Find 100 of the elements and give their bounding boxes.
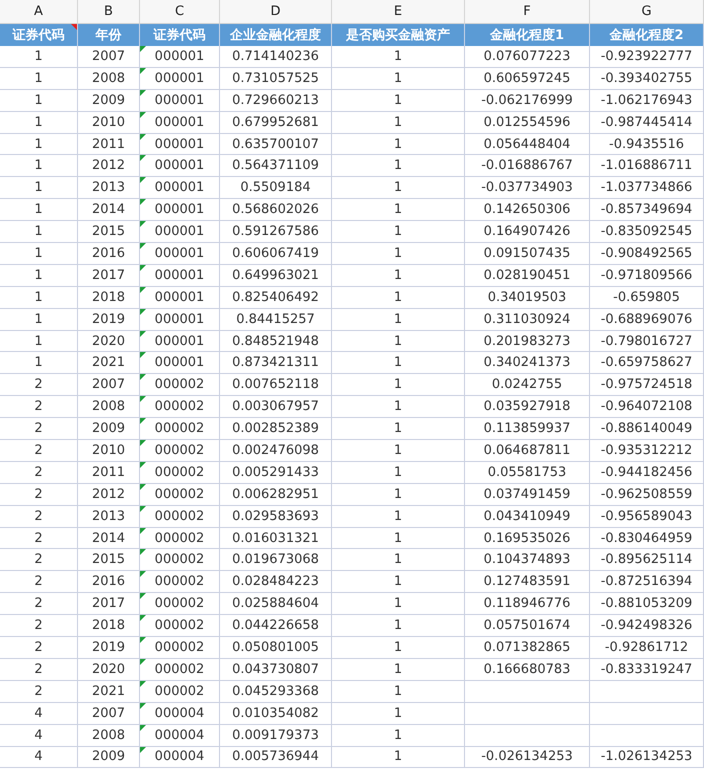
- table-cell: 1: [332, 221, 465, 244]
- column-letter[interactable]: E: [332, 0, 465, 24]
- table-cell: 0.028484223: [220, 571, 332, 594]
- table-cell: 2011: [78, 462, 140, 484]
- table-cell: 0.0242755: [465, 374, 590, 396]
- table-cell: -0.688969076: [590, 308, 704, 331]
- table-cell: 2007: [78, 46, 140, 68]
- column-header: 证券代码: [0, 24, 78, 46]
- table-cell: 000001: [140, 68, 220, 90]
- table-cell: 000002: [140, 658, 220, 681]
- table-cell: -0.062176999: [465, 90, 590, 112]
- table-cell: 0.201983273: [465, 330, 590, 352]
- table-cell: 1: [332, 724, 465, 746]
- table-cell: 2: [0, 440, 78, 462]
- table-cell: 2016: [78, 243, 140, 265]
- table-cell: 4: [0, 724, 78, 746]
- table-cell: 0.649963021: [220, 264, 332, 287]
- table-cell: 0.311030924: [465, 308, 590, 331]
- table-cell: 1: [332, 702, 465, 725]
- table-cell: 1: [332, 46, 465, 68]
- table-cell: -0.944182456: [590, 462, 704, 484]
- column-letter[interactable]: F: [465, 0, 590, 24]
- table-cell: -0.987445414: [590, 112, 704, 134]
- table-cell: 000002: [140, 593, 220, 616]
- table-cell: 1: [332, 352, 465, 374]
- table-cell: 0.050801005: [220, 637, 332, 659]
- table-cell: 1: [332, 286, 465, 309]
- table-cell: 2: [0, 506, 78, 528]
- table-cell: 2014: [78, 528, 140, 550]
- table-cell: 0.34019503: [465, 286, 590, 309]
- table-cell: 000002: [140, 528, 220, 550]
- table-cell: 2: [0, 462, 78, 484]
- table-cell: 0.848521948: [220, 330, 332, 352]
- table-cell: 000002: [140, 440, 220, 462]
- table-cell: -0.833319247: [590, 658, 704, 681]
- table-cell: 000002: [140, 484, 220, 506]
- table-cell: 000002: [140, 418, 220, 440]
- table-cell: 0.091507435: [465, 243, 590, 265]
- column-letter[interactable]: B: [78, 0, 140, 24]
- table-cell: 2009: [78, 418, 140, 440]
- table-cell: -0.895625114: [590, 549, 704, 572]
- column-letter[interactable]: C: [140, 0, 220, 24]
- table-cell: 1: [332, 264, 465, 287]
- table-cell: 0.568602026: [220, 199, 332, 222]
- table-cell: 0.169535026: [465, 528, 590, 550]
- table-cell: 0.057501674: [465, 615, 590, 638]
- table-cell: 0.002476098: [220, 440, 332, 462]
- table-cell: 0.007652118: [220, 374, 332, 396]
- table-cell: -0.908492565: [590, 243, 704, 265]
- table-cell: 0.037491459: [465, 484, 590, 506]
- table-cell: 0.05581753: [465, 462, 590, 484]
- table-cell: 2: [0, 528, 78, 550]
- table-cell: -0.9435516: [590, 134, 704, 156]
- table-cell: 1: [332, 440, 465, 462]
- table-cell: 000001: [140, 243, 220, 265]
- table-cell: 1: [332, 396, 465, 418]
- table-cell: 1: [332, 593, 465, 616]
- table-cell: -0.393402755: [590, 68, 704, 90]
- table-cell: 1: [332, 549, 465, 572]
- table-cell: 000001: [140, 112, 220, 134]
- table-cell: 1: [0, 112, 78, 134]
- table-cell: 2: [0, 484, 78, 506]
- table-cell: 2017: [78, 593, 140, 616]
- table-cell: 1: [332, 571, 465, 594]
- table-cell: 2: [0, 615, 78, 638]
- table-cell: 2013: [78, 506, 140, 528]
- table-cell: 2007: [78, 374, 140, 396]
- table-cell: 2018: [78, 615, 140, 638]
- table-cell: 000001: [140, 155, 220, 178]
- table-cell: 1: [0, 243, 78, 265]
- table-cell: 1: [0, 68, 78, 90]
- table-cell: 000001: [140, 352, 220, 374]
- table-cell: 0.002852389: [220, 418, 332, 440]
- table-cell: 2015: [78, 221, 140, 244]
- table-cell: 000002: [140, 680, 220, 703]
- table-cell: 2020: [78, 330, 140, 352]
- table-cell: -0.956589043: [590, 506, 704, 528]
- table-cell: 000001: [140, 177, 220, 200]
- table-cell: 0.009179373: [220, 724, 332, 746]
- table-cell: 1: [332, 199, 465, 222]
- column-letter[interactable]: D: [220, 0, 332, 24]
- table-cell: 0.873421311: [220, 352, 332, 374]
- table-cell: 000001: [140, 330, 220, 352]
- table-cell: 0.003067957: [220, 396, 332, 418]
- table-cell: 000002: [140, 396, 220, 418]
- column-letter[interactable]: G: [590, 0, 704, 24]
- table-cell: 1: [332, 746, 465, 768]
- column-letter[interactable]: A: [0, 0, 78, 24]
- table-cell: -0.962508559: [590, 484, 704, 506]
- table-cell: 2012: [78, 155, 140, 178]
- table-cell: 0.005291433: [220, 462, 332, 484]
- table-cell: -0.923922777: [590, 46, 704, 68]
- table-cell: 2009: [78, 746, 140, 768]
- table-cell: 0.045293368: [220, 680, 332, 703]
- table-cell: 0.019673068: [220, 549, 332, 572]
- table-cell: 2008: [78, 396, 140, 418]
- table-cell: 000002: [140, 462, 220, 484]
- table-cell: 0.679952681: [220, 112, 332, 134]
- table-cell: 2011: [78, 134, 140, 156]
- table-cell: 1: [332, 484, 465, 506]
